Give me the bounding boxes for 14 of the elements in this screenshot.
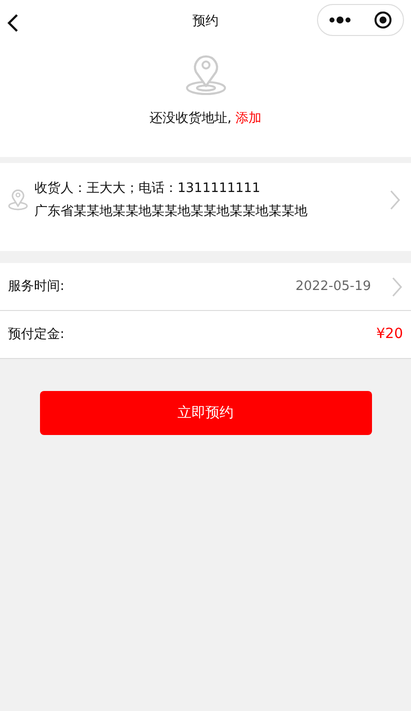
more-icon[interactable] xyxy=(329,16,352,24)
address-detail: 广东省某某地某某地某某地某某地某某地某某地 xyxy=(34,202,308,221)
location-pin-icon xyxy=(8,189,28,212)
recipient-contact: 收货人：王大大；电话：1311111111 xyxy=(34,180,262,198)
book-now-button[interactable]: 立即预约 xyxy=(40,391,372,436)
add-address-link[interactable]: 添加 xyxy=(236,111,262,126)
field-label: 服务时间: xyxy=(8,278,66,296)
empty-address-message: 还没收货地址, xyxy=(149,111,232,126)
page-title: 预约 xyxy=(192,13,218,32)
back-icon[interactable] xyxy=(7,13,19,33)
field-label: 预付定金: xyxy=(8,326,66,344)
service-date-value: 2022-05-19 xyxy=(295,278,371,296)
location-pin-icon xyxy=(184,54,226,96)
deposit-amount: ¥20 xyxy=(376,325,403,344)
